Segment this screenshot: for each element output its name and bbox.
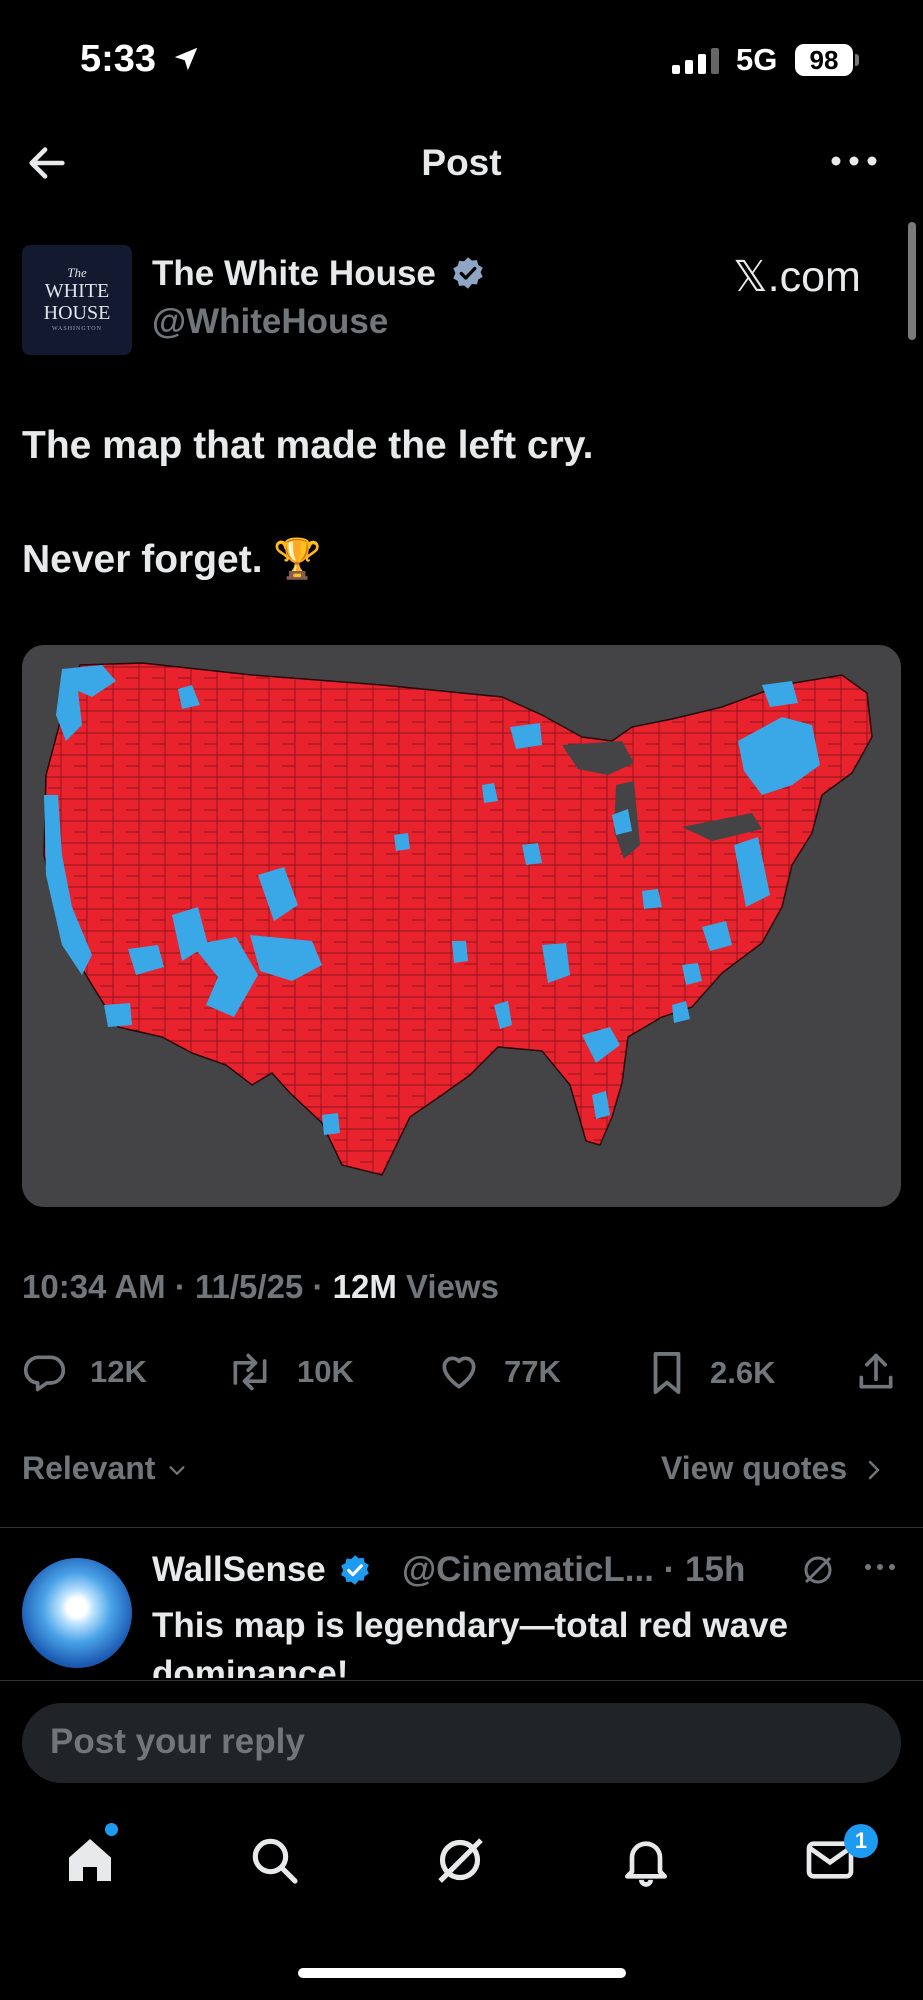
chevron-right-icon	[868, 1460, 880, 1480]
grok-button[interactable]	[800, 1552, 836, 1593]
like-button[interactable]: 77K	[436, 1350, 561, 1394]
tab-grok[interactable]	[432, 1832, 488, 1893]
repost-button[interactable]: 10K	[225, 1350, 354, 1394]
sort-dropdown[interactable]: Relevant	[22, 1450, 190, 1487]
reply-author-name-text: WallSense	[152, 1550, 326, 1589]
more-horizontal-icon	[865, 1564, 895, 1570]
author-avatar[interactable]: The WHITE HOUSE WASHINGTON	[22, 245, 132, 355]
network-type: 5G	[736, 42, 778, 77]
scrollbar[interactable]	[908, 222, 916, 340]
tab-home[interactable]	[62, 1832, 118, 1893]
author-name[interactable]: The White House	[152, 254, 486, 294]
view-quotes-link[interactable]: View quotes	[661, 1450, 886, 1487]
battery-tip	[855, 54, 859, 66]
notification-dot	[105, 1823, 118, 1836]
reply-handle-time: @CinematicL... · 15h	[402, 1550, 746, 1589]
bookmark-icon	[653, 1351, 681, 1394]
cellular-signal-icon	[672, 48, 719, 74]
post-actions: 12K 10K 77K 2.6K	[22, 1350, 902, 1398]
views-count: 12M	[332, 1268, 397, 1305]
us-county-map-image	[43, 662, 873, 1176]
post-time: 10:34 AM	[22, 1268, 166, 1305]
reply-avatar[interactable]	[22, 1558, 132, 1668]
sort-label: Relevant	[22, 1450, 156, 1486]
messages-badge: 1	[844, 1824, 878, 1858]
grok-icon	[804, 1556, 832, 1584]
share-button[interactable]	[854, 1350, 898, 1394]
reply-input-placeholder: Post your reply	[50, 1722, 305, 1761]
avatar-text-line: HOUSE	[43, 302, 111, 324]
avatar-text-line: WHITE	[44, 280, 110, 302]
search-icon	[252, 1838, 298, 1884]
view-quotes-label: View quotes	[661, 1450, 848, 1486]
reply-more-button[interactable]	[862, 1560, 898, 1579]
bookmark-button[interactable]: 2.6K	[646, 1350, 775, 1396]
post-date: 11/5/25	[195, 1268, 304, 1305]
page-title: Post	[421, 142, 502, 183]
bell-icon	[625, 1841, 667, 1887]
status-bar: 5:33 5G 98	[0, 0, 923, 110]
avatar-text-line: WASHINGTON	[52, 326, 102, 332]
tab-notifications[interactable]	[618, 1832, 674, 1893]
reply-icon	[23, 1355, 66, 1392]
bookmark-count: 2.6K	[710, 1355, 776, 1390]
views-label: Views	[405, 1268, 499, 1305]
avatar-text-line: The	[67, 265, 87, 280]
post-image-map[interactable]	[22, 645, 901, 1207]
source-label: 𝕏.com	[733, 253, 861, 301]
reply-author-name[interactable]: WallSense	[152, 1550, 372, 1590]
grok-icon	[438, 1838, 483, 1883]
tab-search[interactable]	[246, 1832, 302, 1893]
reply-text: This map is legendary—total red wave dom…	[152, 1606, 789, 1678]
more-horizontal-icon	[831, 156, 877, 166]
verified-badge-icon	[452, 257, 483, 289]
repost-icon	[233, 1353, 267, 1391]
share-icon	[859, 1353, 893, 1389]
post-meta: 10:34 AM · 11/5/25 · 12M Views	[22, 1268, 499, 1305]
more-options-button[interactable]	[826, 146, 886, 182]
reply-button[interactable]: 12K	[22, 1350, 147, 1394]
author-name-text: The White House	[152, 254, 436, 293]
reply-count: 12K	[90, 1354, 147, 1389]
home-indicator	[298, 1968, 626, 1978]
author-handle[interactable]: @WhiteHouse	[152, 302, 388, 342]
status-time: 5:33	[80, 38, 201, 81]
post-text: Never forget. 🏆	[22, 538, 322, 581]
post-text: The map that made the left cry.	[22, 424, 594, 467]
repost-count: 10K	[297, 1354, 354, 1389]
like-count: 77K	[504, 1354, 561, 1389]
chevron-down-icon	[169, 1466, 185, 1476]
home-icon	[69, 1839, 111, 1881]
battery-indicator: 98	[795, 44, 853, 76]
location-arrow-icon	[174, 47, 197, 71]
reply-item[interactable]: WallSense @CinematicL... · 15h This map …	[0, 1528, 923, 1678]
verified-badge-icon	[340, 1555, 369, 1585]
heart-icon	[442, 1356, 476, 1389]
